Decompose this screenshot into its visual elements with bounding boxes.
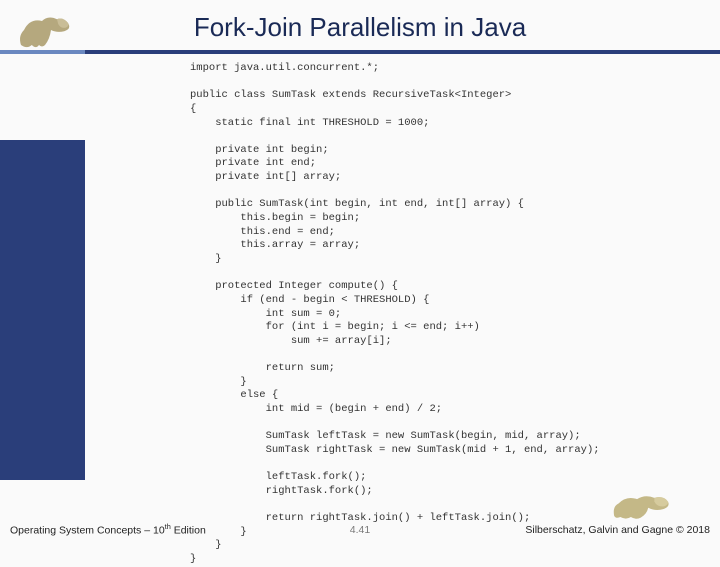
left-sidebar-block xyxy=(0,140,85,480)
footer: Operating System Concepts – 10th Edition… xyxy=(0,518,720,536)
top-bar xyxy=(0,50,720,54)
footer-copyright: Silberschatz, Galvin and Gagne © 2018 xyxy=(525,524,710,536)
code-block: import java.util.concurrent.*; public cl… xyxy=(190,62,660,567)
dinosaur-bottom-icon xyxy=(610,488,674,522)
slide-title: Fork-Join Parallelism in Java xyxy=(0,12,720,43)
